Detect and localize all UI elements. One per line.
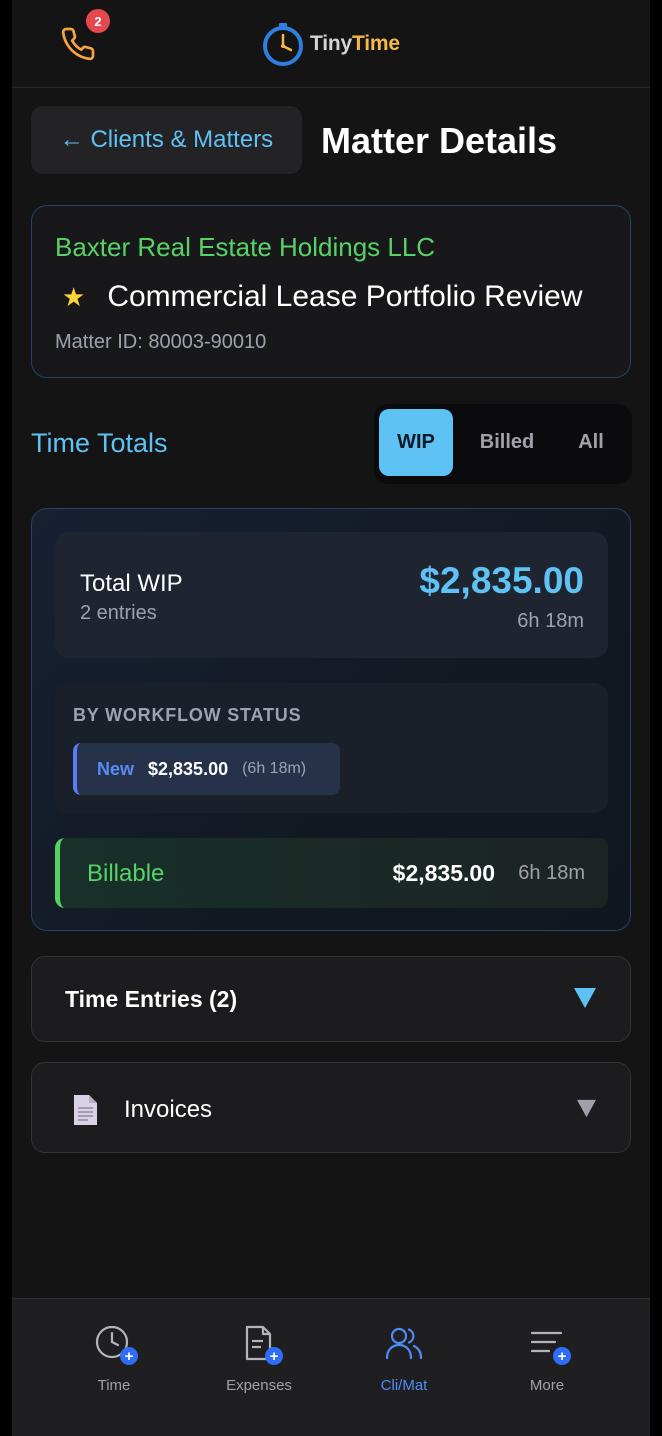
nav-more[interactable]: + More bbox=[487, 1323, 607, 1394]
workflow-status-heading: BY WORKFLOW STATUS bbox=[73, 705, 302, 725]
back-to-clients-button[interactable]: ← Clients & Matters bbox=[31, 106, 302, 174]
matter-card: Baxter Real Estate Holdings LLC ★ Commer… bbox=[31, 205, 631, 378]
billable-amount: $2,835.00 bbox=[392, 860, 495, 886]
app-header: 2 TinyTime bbox=[12, 0, 650, 88]
billable-row: Billable $2,835.00 6h 18m bbox=[55, 838, 608, 908]
time-totals-heading: Time Totals bbox=[31, 428, 168, 458]
app-root: 2 TinyTime ← Clients & Matters Matter De… bbox=[12, 0, 650, 1436]
nav-label: Time bbox=[97, 1377, 131, 1394]
billable-hours: 6h 18m bbox=[518, 862, 585, 884]
total-amount: $2,835.00 bbox=[419, 560, 584, 601]
total-label: Total WIP bbox=[80, 570, 183, 597]
plus-badge-icon: + bbox=[553, 1347, 571, 1365]
notification-badge: 2 bbox=[86, 9, 110, 33]
total-hours: 6h 18m bbox=[517, 610, 584, 632]
status-amount: $2,835.00 bbox=[148, 758, 229, 779]
time-totals-panel: Total WIP 2 entries $2,835.00 6h 18m BY … bbox=[31, 508, 631, 931]
plus-badge-icon: + bbox=[265, 1347, 283, 1365]
nav-label: Cli/Mat bbox=[380, 1377, 428, 1394]
plus-badge-icon: + bbox=[120, 1347, 138, 1365]
caret-down-icon bbox=[577, 1099, 596, 1118]
app-logo: TinyTime bbox=[260, 20, 400, 68]
invoices-title: Invoices bbox=[124, 1096, 213, 1123]
bottom-navigation: + Time + Expenses Cli/Mat + More bbox=[12, 1298, 650, 1436]
matter-title-row: ★ Commercial Lease Portfolio Review bbox=[62, 280, 583, 314]
time-entries-accordion[interactable]: Time Entries (2) bbox=[31, 956, 631, 1042]
logo-text-tiny: Tiny bbox=[310, 32, 352, 55]
logo-text: TinyTime bbox=[310, 32, 400, 56]
users-icon bbox=[384, 1323, 424, 1363]
phone-icon[interactable] bbox=[60, 26, 96, 62]
total-wip-box: Total WIP 2 entries $2,835.00 6h 18m bbox=[55, 532, 608, 658]
page-title: Matter Details bbox=[321, 120, 558, 161]
nav-label: More bbox=[529, 1377, 565, 1394]
caret-down-icon bbox=[574, 988, 596, 1008]
favorite-star-icon[interactable]: ★ bbox=[62, 282, 85, 313]
entry-count: 2 entries bbox=[80, 602, 157, 624]
matter-id: Matter ID: 80003-90010 bbox=[55, 331, 267, 353]
filter-billed-button[interactable]: Billed bbox=[468, 409, 546, 476]
clock-add-icon: + bbox=[94, 1323, 138, 1365]
status-hours: (6h 18m) bbox=[242, 760, 307, 777]
nav-label: Expenses bbox=[226, 1377, 292, 1394]
workflow-status-section: BY WORKFLOW STATUS New $2,835.00 (6h 18m… bbox=[55, 683, 608, 813]
menu-add-icon: + bbox=[527, 1323, 571, 1365]
stopwatch-logo-icon bbox=[263, 23, 303, 66]
filter-wip-button[interactable]: WIP bbox=[379, 409, 453, 476]
nav-time[interactable]: + Time bbox=[54, 1323, 174, 1394]
matter-title: Commercial Lease Portfolio Review bbox=[107, 280, 583, 313]
billable-label: Billable bbox=[87, 860, 165, 887]
nav-clients-matters[interactable]: Cli/Mat bbox=[344, 1323, 464, 1394]
client-name[interactable]: Baxter Real Estate Holdings LLC bbox=[55, 232, 435, 263]
invoices-accordion[interactable]: Invoices bbox=[31, 1062, 631, 1153]
status-name: New bbox=[97, 758, 135, 779]
workflow-status-chip-new[interactable]: New $2,835.00 (6h 18m) bbox=[73, 743, 340, 795]
logo-text-time: Time bbox=[352, 32, 400, 55]
filter-all-button[interactable]: All bbox=[562, 409, 620, 476]
receipt-add-icon: + bbox=[239, 1323, 283, 1365]
document-icon bbox=[74, 1095, 97, 1125]
nav-expenses[interactable]: + Expenses bbox=[199, 1323, 319, 1394]
totals-filter-segmented-control: WIP Billed All bbox=[374, 404, 632, 484]
time-entries-title: Time Entries (2) bbox=[65, 986, 238, 1012]
